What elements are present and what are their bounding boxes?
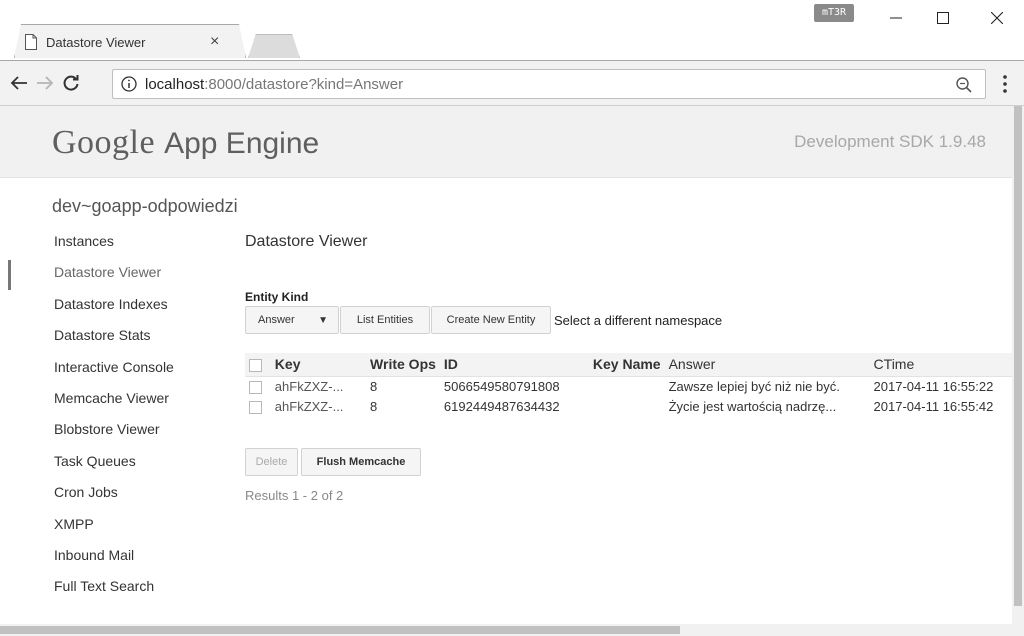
- close-window-button[interactable]: [974, 4, 1020, 32]
- entities-table: Key Write Ops ID Key Name Answer CTime a…: [245, 353, 1012, 416]
- logo-app-engine: App Engine: [164, 127, 320, 160]
- sidebar-item-datastore-viewer[interactable]: Datastore Viewer: [0, 257, 230, 288]
- header-key[interactable]: Key: [270, 353, 367, 377]
- row-key[interactable]: ahFkZXZ-...: [271, 376, 366, 396]
- list-entities-button[interactable]: List Entities: [340, 306, 430, 334]
- row-select-cell: [245, 376, 271, 396]
- url-path: :8000/datastore?kind=Answer: [204, 75, 404, 93]
- results-count: Results 1 - 2 of 2: [245, 488, 344, 503]
- sidebar-item-xmpp[interactable]: XMPP: [0, 509, 230, 540]
- sidebar-item-interactive-console[interactable]: Interactive Console: [0, 352, 230, 383]
- sidebar-item-inbound-mail[interactable]: Inbound Mail: [0, 540, 230, 571]
- sidebar-item-cron-jobs[interactable]: Cron Jobs: [0, 477, 230, 508]
- horizontal-scrollbar-thumb[interactable]: [0, 626, 680, 634]
- table-row[interactable]: ahFkZXZ-... 8 6192449487634432 Życie jes…: [245, 396, 1012, 416]
- app-id: dev~goapp-odpowiedzi: [52, 196, 238, 216]
- entity-kind-value: Answer: [258, 314, 295, 326]
- header-write-ops[interactable]: Write Ops: [366, 353, 440, 377]
- browser-toolbar: localhost:8000/datastore?kind=Answer: [0, 60, 1024, 106]
- reload-button[interactable]: [60, 72, 82, 94]
- row-ctime: 2017-04-11 16:55:22: [873, 378, 994, 394]
- header-id[interactable]: ID: [439, 353, 589, 377]
- zoom-icon[interactable]: [955, 76, 973, 94]
- sidebar-item-memcache-viewer[interactable]: Memcache Viewer: [0, 383, 230, 414]
- page-title: Datastore Viewer: [245, 233, 368, 250]
- page-content: Google App Engine Development SDK 1.9.48…: [0, 106, 1012, 624]
- table-header-row: Key Write Ops ID Key Name Answer CTime: [245, 353, 1012, 377]
- url-host: localhost: [145, 75, 205, 93]
- row-key-name: [589, 376, 665, 396]
- forward-button[interactable]: [34, 72, 56, 94]
- sidebar-item-instances[interactable]: Instances: [0, 226, 230, 257]
- select-all-checkbox[interactable]: [249, 359, 262, 373]
- sidebar-item-task-queues[interactable]: Task Queues: [0, 446, 230, 477]
- minimize-button[interactable]: [873, 4, 919, 32]
- info-icon[interactable]: [121, 76, 137, 92]
- gae-header: Google App Engine Development SDK 1.9.48: [0, 106, 1012, 178]
- row-id: 5066549580791808: [443, 378, 560, 394]
- more-menu-icon[interactable]: [997, 73, 1013, 95]
- row-write-ops: 8: [370, 378, 378, 394]
- sdk-version: Development SDK 1.9.48: [794, 132, 986, 151]
- header-key-name[interactable]: Key Name: [588, 353, 665, 377]
- row-select-cell: [245, 396, 271, 416]
- reload-icon: [63, 75, 79, 91]
- row-checkbox[interactable]: [249, 380, 262, 394]
- create-new-entity-button[interactable]: Create New Entity: [431, 306, 551, 334]
- entity-kind-label: Entity Kind: [245, 290, 309, 304]
- flush-memcache-button[interactable]: Flush Memcache: [301, 448, 421, 476]
- row-key[interactable]: ahFkZXZ-...: [271, 396, 366, 416]
- maximize-icon: [937, 12, 949, 24]
- entity-kind-select[interactable]: Answer ▼: [245, 306, 339, 334]
- header-answer[interactable]: Answer: [664, 353, 870, 377]
- row-answer: Zawsze lepiej być niż nie być.: [668, 378, 840, 394]
- sidebar-nav: Instances Datastore Viewer Datastore Ind…: [0, 226, 230, 603]
- sidebar-item-blobstore-viewer[interactable]: Blobstore Viewer: [0, 414, 230, 445]
- sidebar-item-datastore-indexes[interactable]: Datastore Indexes: [0, 289, 230, 320]
- document-icon: [25, 34, 37, 50]
- app-engine-logo[interactable]: Google App Engine: [52, 124, 319, 162]
- logo-google: Google: [52, 124, 156, 161]
- vertical-scrollbar[interactable]: [1012, 106, 1024, 636]
- address-bar[interactable]: localhost:8000/datastore?kind=Answer: [112, 69, 986, 99]
- maximize-button[interactable]: [920, 4, 966, 32]
- extension-badge[interactable]: mT3R: [814, 4, 854, 22]
- row-answer: Życie jest wartością nadrzę...: [668, 398, 837, 414]
- row-id: 6192449487634432: [443, 398, 560, 414]
- tab-title: Datastore Viewer: [46, 34, 146, 50]
- select-namespace-link[interactable]: Select a different namespace: [554, 313, 722, 328]
- browser-titlebar: Datastore Viewer × mT3R: [0, 0, 1024, 62]
- arrow-left-icon: [10, 76, 27, 90]
- header-ctime[interactable]: CTime: [869, 353, 1012, 377]
- tab-close-icon[interactable]: ×: [210, 34, 219, 50]
- browser-tab[interactable]: Datastore Viewer ×: [16, 27, 242, 57]
- delete-button[interactable]: Delete: [245, 448, 298, 476]
- row-write-ops: 8: [370, 398, 378, 414]
- table-row[interactable]: ahFkZXZ-... 8 5066549580791808 Zawsze le…: [245, 376, 1012, 396]
- sidebar-item-full-text-search[interactable]: Full Text Search: [0, 571, 230, 602]
- row-checkbox[interactable]: [249, 400, 262, 414]
- arrow-right-icon: [37, 76, 54, 90]
- back-button[interactable]: [8, 72, 30, 94]
- sidebar-item-datastore-stats[interactable]: Datastore Stats: [0, 320, 230, 351]
- minimize-icon: [890, 17, 902, 19]
- new-tab-button[interactable]: [248, 34, 300, 58]
- row-key-name: [589, 396, 665, 416]
- close-icon: [991, 12, 1003, 24]
- row-ctime: 2017-04-11 16:55:42: [873, 398, 994, 414]
- horizontal-scrollbar[interactable]: [0, 624, 1012, 636]
- header-select-cell: [245, 353, 271, 377]
- dropdown-arrow-icon: ▼: [318, 314, 328, 326]
- vertical-scrollbar-thumb[interactable]: [1014, 106, 1022, 606]
